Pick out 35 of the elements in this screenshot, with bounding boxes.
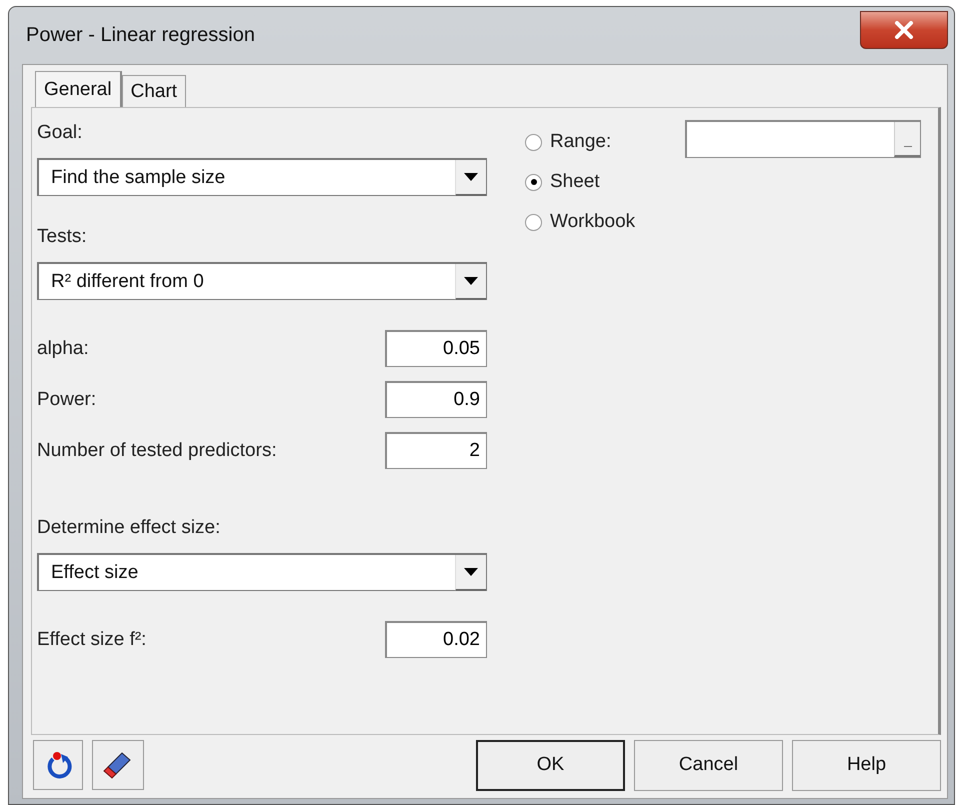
field-label: Power: bbox=[37, 388, 98, 410]
range-field[interactable] bbox=[685, 120, 921, 158]
dropdown-arrow-icon bbox=[464, 172, 478, 180]
dropdown-arrow-icon bbox=[464, 276, 478, 284]
dialog-button[interactable]: Help bbox=[792, 740, 941, 790]
reset-button[interactable] bbox=[33, 740, 83, 790]
field-label: Effect size f²: bbox=[37, 628, 148, 650]
radio-label: Range: bbox=[550, 131, 612, 153]
dropdown[interactable]: Effect size bbox=[37, 553, 487, 591]
number-field[interactable]: 0.9 bbox=[385, 381, 487, 418]
dropdown[interactable]: R² different from 0 bbox=[37, 262, 487, 300]
radio-button[interactable] bbox=[525, 214, 542, 230]
dropdown[interactable]: Find the sample size bbox=[37, 158, 487, 196]
radio-button[interactable] bbox=[525, 174, 542, 190]
number-field[interactable]: 0.02 bbox=[385, 621, 487, 658]
tab[interactable]: Chart bbox=[122, 75, 186, 107]
browse-button[interactable] bbox=[894, 122, 920, 157]
close-icon bbox=[893, 21, 915, 39]
radio-label: Sheet bbox=[550, 171, 601, 193]
field-label: Tests: bbox=[37, 225, 88, 249]
number-field[interactable]: 0.05 bbox=[385, 330, 487, 367]
field-label: alpha: bbox=[37, 338, 90, 360]
clear-button[interactable] bbox=[92, 740, 144, 790]
dialog-button[interactable]: OK bbox=[476, 740, 625, 790]
radio-label: Workbook bbox=[550, 211, 636, 233]
tab[interactable]: General bbox=[35, 71, 122, 107]
window-title: Power - Linear regression bbox=[25, 24, 256, 47]
field-label: Number of tested predictors: bbox=[37, 440, 278, 462]
field-label: Goal: bbox=[37, 121, 84, 145]
dropdown-arrow-icon bbox=[464, 568, 478, 576]
dialog-button[interactable]: Cancel bbox=[634, 740, 783, 790]
radio-button[interactable] bbox=[525, 134, 542, 150]
close-button[interactable] bbox=[860, 11, 948, 49]
field-label: Determine effect size: bbox=[37, 516, 222, 540]
number-field[interactable]: 2 bbox=[385, 432, 487, 469]
